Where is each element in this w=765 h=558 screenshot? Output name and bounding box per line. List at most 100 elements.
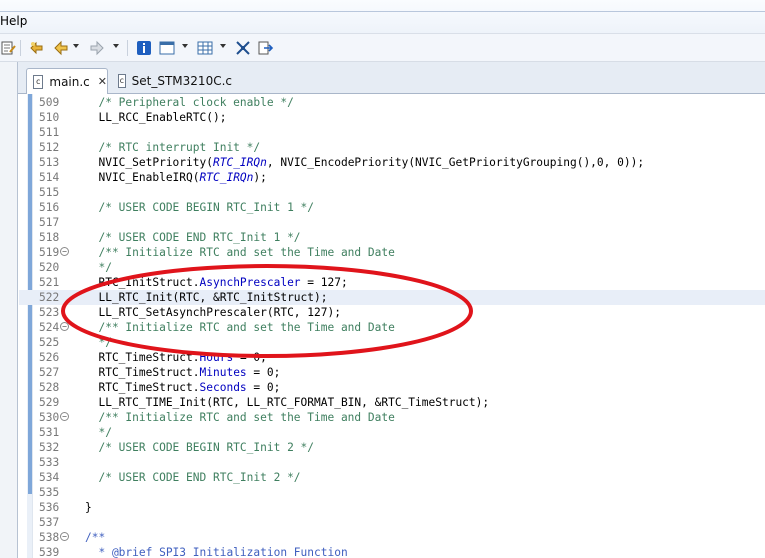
- fold-toggle-icon[interactable]: −: [60, 532, 69, 541]
- code-text: NVIC_EnableIRQ(RTC_IRQn);: [85, 170, 267, 185]
- code-text: * @brief SPI3 Initialization Function: [85, 545, 347, 558]
- line-number: 531: [39, 426, 60, 439]
- code-text: RTC_TimeStruct.Minutes = 0;: [85, 365, 280, 380]
- code-token: Seconds: [199, 381, 247, 394]
- toolbar-separator: [127, 40, 128, 56]
- forward-arrow-icon[interactable]: [88, 39, 106, 57]
- menu-help[interactable]: Help: [0, 14, 27, 28]
- edit-doc-icon[interactable]: [0, 39, 18, 57]
- code-line[interactable]: 511: [19, 125, 765, 140]
- code-line[interactable]: 512 /* RTC interrupt Init */: [19, 140, 765, 155]
- code-editor[interactable]: 509 /* Peripheral clock enable */510 LL_…: [19, 94, 765, 558]
- code-line[interactable]: 530− /** Initialize RTC and set the Time…: [19, 410, 765, 425]
- code-line[interactable]: 529 LL_RTC_TIME_Init(RTC, LL_RTC_FORMAT_…: [19, 395, 765, 410]
- code-token: AsynchPrescaler: [199, 276, 301, 289]
- close-icon[interactable]: ✕: [98, 75, 107, 88]
- code-line[interactable]: 535: [19, 485, 765, 500]
- code-line[interactable]: 527 RTC_TimeStruct.Minutes = 0;: [19, 365, 765, 380]
- back-history-icon[interactable]: [28, 39, 46, 57]
- chevron-down-icon[interactable]: [182, 44, 188, 48]
- code-token: LL_RTC_SetAsynchPrescaler(RTC, 127);: [85, 306, 341, 319]
- code-line[interactable]: 521 RTC_InitStruct.AsynchPrescaler = 127…: [19, 275, 765, 290]
- code-text: }: [85, 500, 92, 515]
- line-number: 517: [39, 216, 60, 229]
- back-arrow-icon[interactable]: [52, 39, 70, 57]
- line-number: 514: [39, 171, 60, 184]
- code-token: = 0;: [233, 351, 267, 364]
- info-icon[interactable]: [135, 39, 153, 57]
- line-number: 516: [39, 201, 60, 214]
- code-line[interactable]: 536}: [19, 500, 765, 515]
- line-number: 534: [39, 471, 60, 484]
- code-token: RTC_TimeStruct.: [85, 351, 200, 364]
- code-line[interactable]: 518 /* USER CODE END RTC_Init 1 */: [19, 230, 765, 245]
- table-icon[interactable]: [196, 39, 214, 57]
- exit-icon[interactable]: [257, 39, 275, 57]
- code-line[interactable]: 533: [19, 455, 765, 470]
- line-number: 527: [39, 366, 60, 379]
- window-icon[interactable]: [158, 39, 176, 57]
- code-text: RTC_TimeStruct.Hours = 0;: [85, 350, 267, 365]
- code-line[interactable]: 517: [19, 215, 765, 230]
- code-line[interactable]: 534 /* USER CODE END RTC_Init 2 */: [19, 470, 765, 485]
- code-line[interactable]: 531 */: [19, 425, 765, 440]
- line-number: 518: [39, 231, 60, 244]
- line-number: 519: [39, 246, 60, 259]
- code-line[interactable]: 538− /**: [19, 530, 765, 545]
- code-line[interactable]: 516 /* USER CODE BEGIN RTC_Init 1 */: [19, 200, 765, 215]
- code-text: /** Initialize RTC and set the Time and …: [85, 245, 394, 260]
- title-bar-divider: [0, 11, 765, 12]
- c-file-icon: c: [118, 74, 126, 88]
- code-token: /**: [85, 531, 106, 544]
- fullscreen-icon[interactable]: [234, 39, 252, 57]
- code-text: /* USER CODE BEGIN RTC_Init 1 */: [85, 200, 314, 215]
- tab-label: Set_STM3210C.c: [131, 74, 232, 88]
- code-line[interactable]: 524− /** Initialize RTC and set the Time…: [19, 320, 765, 335]
- code-text: RTC_InitStruct.AsynchPrescaler = 127;: [85, 275, 347, 290]
- code-token: Hours: [199, 351, 234, 364]
- code-line[interactable]: 528 RTC_TimeStruct.Seconds = 0;: [19, 380, 765, 395]
- line-number: 515: [39, 186, 60, 199]
- chevron-down-icon[interactable]: [113, 44, 119, 48]
- code-token: RTC_IRQn: [199, 171, 254, 184]
- code-line[interactable]: 520 */: [19, 260, 765, 275]
- code-token: }: [85, 501, 92, 514]
- code-text: */: [85, 335, 111, 350]
- fold-toggle-icon[interactable]: −: [60, 412, 69, 421]
- code-token: /* USER CODE BEGIN RTC_Init 1 */: [85, 201, 315, 214]
- code-text: /** Initialize RTC and set the Time and …: [85, 410, 394, 425]
- code-token: /** Initialize RTC and set the Time and …: [85, 321, 395, 334]
- code-line[interactable]: 537: [19, 515, 765, 530]
- code-line[interactable]: 539 * @brief SPI3 Initialization Functio…: [19, 545, 765, 558]
- code-line[interactable]: 519− /** Initialize RTC and set the Time…: [19, 245, 765, 260]
- fold-toggle-icon[interactable]: −: [60, 247, 69, 256]
- line-number: 525: [39, 336, 60, 349]
- code-text: /* USER CODE END RTC_Init 1 */: [85, 230, 301, 245]
- chevron-down-icon[interactable]: [73, 44, 79, 48]
- code-token: );: [253, 171, 267, 184]
- code-line[interactable]: 515: [19, 185, 765, 200]
- code-line[interactable]: 523 LL_RTC_SetAsynchPrescaler(RTC, 127);: [19, 305, 765, 320]
- line-number: 529: [39, 396, 60, 409]
- code-line[interactable]: 509 /* Peripheral clock enable */: [19, 95, 765, 110]
- code-line[interactable]: 513 NVIC_SetPriority(RTC_IRQn, NVIC_Enco…: [19, 155, 765, 170]
- toolbar: [0, 34, 765, 62]
- chevron-down-icon[interactable]: [220, 44, 226, 48]
- code-token: /* USER CODE END RTC_Init 1 */: [85, 231, 301, 244]
- code-token: RTC_TimeStruct.: [85, 366, 200, 379]
- toolbar-separator: [20, 40, 21, 56]
- code-line[interactable]: 514 NVIC_EnableIRQ(RTC_IRQn);: [19, 170, 765, 185]
- code-line[interactable]: 526 RTC_TimeStruct.Hours = 0;: [19, 350, 765, 365]
- code-line[interactable]: 525 */: [19, 335, 765, 350]
- code-line[interactable]: 522 LL_RTC_Init(RTC, &RTC_InitStruct);: [19, 290, 765, 305]
- line-number: 511: [39, 126, 60, 139]
- line-number: 532: [39, 441, 60, 454]
- code-token: NVIC_SetPriority(: [85, 156, 213, 169]
- line-number: 538: [39, 531, 60, 544]
- code-line[interactable]: 510 LL_RCC_EnableRTC();: [19, 110, 765, 125]
- tab-set-stm3210c[interactable]: c Set_STM3210C.c: [112, 68, 232, 94]
- tab-main-c[interactable]: c main.c ✕: [26, 68, 108, 94]
- fold-toggle-icon[interactable]: −: [60, 322, 69, 331]
- code-line[interactable]: 532 /* USER CODE BEGIN RTC_Init 2 */: [19, 440, 765, 455]
- code-text: LL_RTC_Init(RTC, &RTC_InitStruct);: [85, 290, 327, 305]
